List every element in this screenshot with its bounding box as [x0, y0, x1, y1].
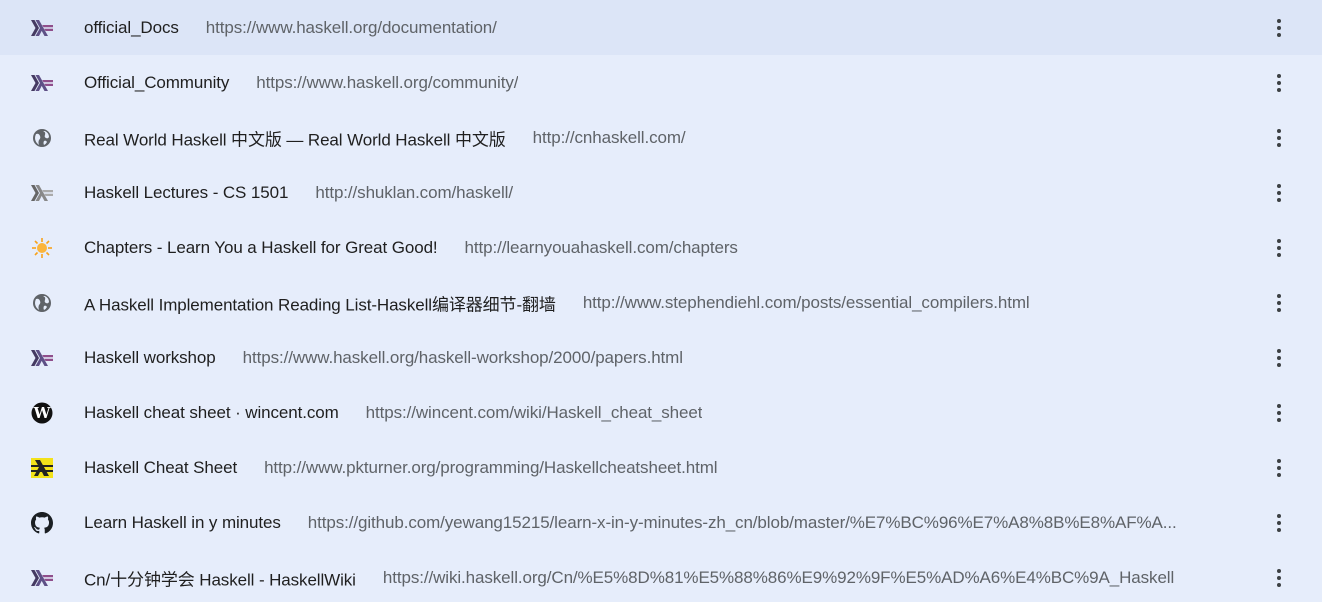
haskell-logo-icon [31, 72, 53, 94]
github-icon [31, 511, 53, 534]
haskell-logo-icon [31, 17, 53, 39]
more-vert-icon[interactable] [1268, 347, 1290, 369]
more-vert-icon[interactable] [1268, 72, 1290, 94]
bookmark-row[interactable]: W Haskell cheat sheet · wincent.com https:… [0, 385, 1322, 440]
bookmark-title: Haskell cheat sheet · wincent.com [84, 402, 339, 422]
bookmark-url: http://www.pkturner.org/programming/Hask… [264, 457, 718, 477]
more-vert-icon[interactable] [1268, 237, 1290, 259]
more-vert-icon[interactable] [1268, 182, 1290, 204]
more-vert-icon[interactable] [1268, 512, 1290, 534]
more-vert-icon[interactable] [1268, 457, 1290, 479]
svg-text:W: W [33, 404, 52, 422]
bookmark-url: https://github.com/yewang15215/learn-x-i… [307, 512, 1177, 532]
bookmark-title: Haskell Lectures - CS 1501 [84, 182, 289, 202]
sun-icon [31, 237, 53, 259]
bookmark-title: Haskell workshop [84, 347, 216, 367]
wincent-w-icon: W [31, 402, 53, 424]
bookmark-row[interactable]: Cn/十分钟学会 Haskell - HaskellWiki https://wi… [0, 550, 1322, 602]
bookmark-row[interactable]: Haskell workshop https://www.haskell.org/… [0, 330, 1322, 385]
bookmark-title: Real World Haskell 中文版 — Real World Hask… [84, 130, 506, 149]
bookmark-list: official_Docs https://www.haskell.org/doc… [0, 0, 1322, 602]
bookmark-row[interactable]: A Haskell Implementation Reading List-Ha… [0, 275, 1322, 330]
bookmark-row[interactable]: Learn Haskell in y minutes https://github… [0, 495, 1322, 550]
bookmark-title: official_Docs [84, 17, 179, 37]
bookmark-url: http://cnhaskell.com/ [532, 127, 686, 147]
bookmark-title: Cn/十分钟学会 Haskell - HaskellWiki [84, 570, 356, 589]
bookmark-url: https://www.haskell.org/haskell-workshop… [242, 347, 683, 367]
globe-icon [31, 292, 53, 314]
bookmark-title: Official_Community [84, 72, 230, 92]
bookmark-row[interactable]: official_Docs https://www.haskell.org/doc… [0, 0, 1322, 55]
bookmark-url: https://www.haskell.org/documentation/ [205, 17, 497, 37]
globe-icon [31, 127, 53, 149]
more-vert-icon[interactable] [1268, 17, 1290, 39]
haskell-logo-icon [31, 567, 53, 589]
more-vert-icon[interactable] [1268, 567, 1290, 589]
bookmark-row[interactable]: Real World Haskell 中文版 — Real World Hask… [0, 110, 1322, 165]
haskell-logo-icon [31, 347, 53, 369]
more-vert-icon[interactable] [1268, 402, 1290, 424]
more-vert-icon[interactable] [1268, 127, 1290, 149]
bookmark-url: http://shuklan.com/haskell/ [315, 182, 513, 202]
bookmark-url: https://wincent.com/wiki/Haskell_cheat_s… [365, 402, 703, 422]
bookmark-title: A Haskell Implementation Reading List-Ha… [84, 295, 556, 314]
bookmark-row[interactable]: Haskell Lectures - CS 1501 http://shuklan… [0, 165, 1322, 220]
bookmark-url: https://wiki.haskell.org/Cn/%E5%8D%81%E5… [382, 567, 1175, 587]
bookmark-url: http://www.stephendiehl.com/posts/essent… [582, 292, 1030, 312]
bookmark-row[interactable]: Chapters - Learn You a Haskell for Great… [0, 220, 1322, 275]
bookmark-title: Learn Haskell in y minutes [84, 512, 281, 532]
bookmark-row[interactable]: Official_Community https://www.haskell.or… [0, 55, 1322, 110]
bookmark-url: http://learnyouahaskell.com/chapters [464, 237, 738, 257]
yellow-lambda-icon [31, 457, 53, 479]
haskell-gray-logo-icon [31, 182, 53, 204]
more-vert-icon[interactable] [1268, 292, 1290, 314]
bookmark-title: Chapters - Learn You a Haskell for Great… [84, 237, 438, 257]
bookmark-row[interactable]: Haskell Cheat Sheet http://www.pkturner.o… [0, 440, 1322, 495]
bookmark-url: https://www.haskell.org/community/ [256, 72, 519, 92]
bookmark-title: Haskell Cheat Sheet [84, 457, 238, 477]
